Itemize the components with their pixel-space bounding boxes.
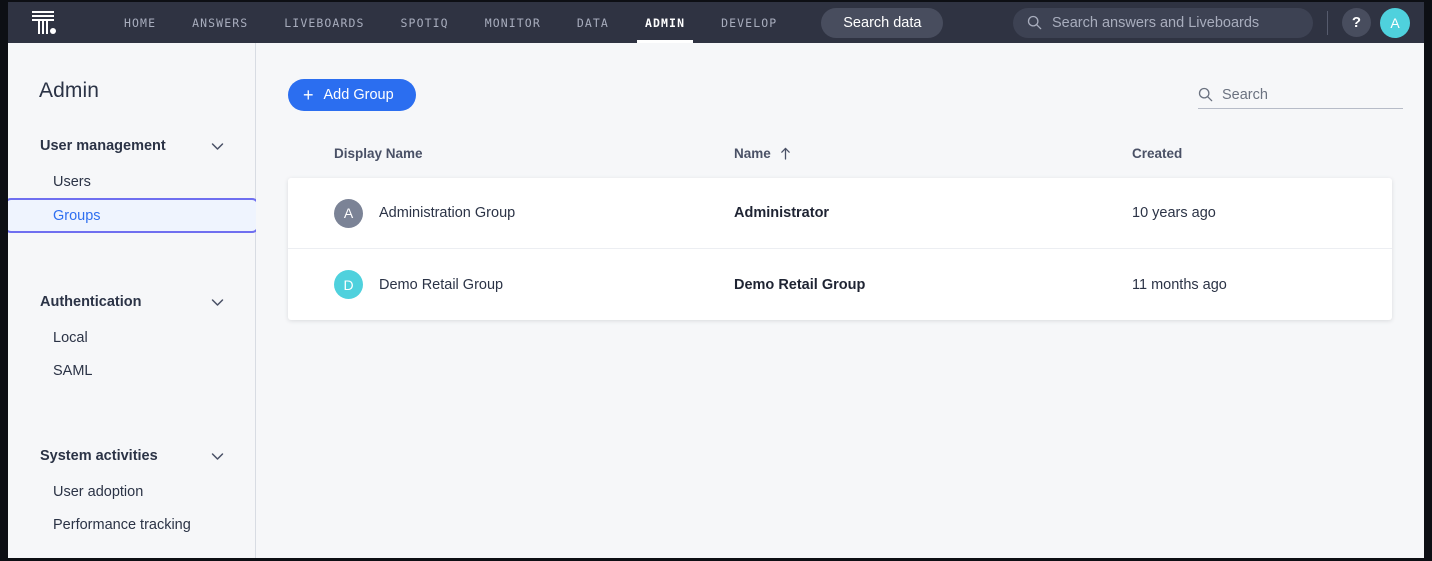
- search-data-button[interactable]: Search data: [821, 8, 943, 38]
- search-icon: [1198, 87, 1213, 102]
- cell-display-name: A Administration Group: [334, 199, 734, 228]
- global-search-input[interactable]: Search answers and Liveboards: [1013, 8, 1313, 38]
- sidebar-group-system-activities: System activities User adoption Performa…: [8, 441, 255, 541]
- avatar: A: [334, 199, 363, 228]
- column-header-display-name-label: Display Name: [334, 146, 423, 161]
- sidebar-item-user-adoption-label: User adoption: [53, 484, 143, 500]
- nav-item-home[interactable]: HOME: [106, 2, 174, 43]
- avatar-initial: D: [343, 277, 353, 293]
- app-window: HOME ANSWERS LIVEBOARDS SPOTIQ MONITOR D…: [8, 2, 1424, 558]
- main-nav-items: HOME ANSWERS LIVEBOARDS SPOTIQ MONITOR D…: [106, 2, 943, 43]
- sidebar-group-label-system-activities: System activities: [40, 448, 158, 464]
- groups-table-header: Display Name Name Created: [288, 134, 1403, 172]
- top-navigation-bar: HOME ANSWERS LIVEBOARDS SPOTIQ MONITOR D…: [8, 2, 1424, 43]
- nav-item-develop[interactable]: DEVELOP: [703, 2, 795, 43]
- sidebar-item-groups[interactable]: Groups: [8, 198, 259, 233]
- column-header-display-name[interactable]: Display Name: [334, 146, 734, 161]
- nav-item-develop-label: DEVELOP: [721, 16, 777, 30]
- chevron-down-icon[interactable]: [211, 452, 224, 461]
- sidebar-group-items-system-activities: User adoption Performance tracking: [8, 475, 255, 541]
- sidebar-item-user-adoption[interactable]: User adoption: [8, 475, 255, 508]
- sidebar-spacer-1: [8, 233, 255, 259]
- global-search-placeholder: Search answers and Liveboards: [1052, 15, 1259, 31]
- groups-search-placeholder: Search: [1222, 87, 1268, 103]
- groups-toolbar: + Add Group Search: [288, 43, 1403, 111]
- sidebar-group-items-authentication: Local SAML: [8, 321, 255, 387]
- plus-icon: +: [303, 86, 314, 104]
- sidebar-group-user-management: User management Users Groups: [8, 131, 255, 233]
- nav-item-answers-label: ANSWERS: [192, 16, 248, 30]
- display-name-text: Demo Retail Group: [379, 277, 503, 293]
- display-name-text: Administration Group: [379, 205, 515, 221]
- sidebar-group-authentication: Authentication Local SAML: [8, 287, 255, 387]
- sidebar-item-saml-label: SAML: [53, 363, 93, 379]
- nav-item-home-label: HOME: [124, 16, 156, 30]
- sidebar-item-saml[interactable]: SAML: [8, 354, 255, 387]
- sidebar-item-users[interactable]: Users: [8, 165, 255, 198]
- column-header-created-label: Created: [1132, 146, 1182, 161]
- add-group-button-label: Add Group: [324, 87, 394, 103]
- cell-name: Administrator: [734, 205, 1132, 221]
- cell-name: Demo Retail Group: [734, 277, 1132, 293]
- sidebar-group-header-authentication[interactable]: Authentication: [8, 287, 255, 317]
- nav-item-spotiq-label: SPOTIQ: [401, 16, 449, 30]
- nav-divider: [1327, 11, 1328, 35]
- nav-item-answers[interactable]: ANSWERS: [174, 2, 266, 43]
- nav-item-admin-label: ADMIN: [645, 16, 685, 30]
- column-header-name-label: Name: [734, 146, 771, 161]
- page-body: Admin User management Users Groups: [8, 43, 1424, 558]
- groups-main-content: + Add Group Search Display Name: [256, 43, 1424, 558]
- nav-item-monitor-label: MONITOR: [485, 16, 541, 30]
- sidebar-item-groups-label: Groups: [53, 208, 101, 224]
- user-avatar[interactable]: A: [1380, 8, 1410, 38]
- help-button-label: ?: [1352, 14, 1361, 31]
- nav-item-monitor[interactable]: MONITOR: [467, 2, 559, 43]
- nav-item-data[interactable]: DATA: [559, 2, 627, 43]
- sidebar-item-users-label: Users: [53, 174, 91, 190]
- sidebar-item-performance-tracking[interactable]: Performance tracking: [8, 508, 255, 541]
- sidebar-group-items-user-management: Users Groups: [8, 165, 255, 233]
- admin-sidebar: Admin User management Users Groups: [8, 43, 256, 558]
- column-header-name[interactable]: Name: [734, 146, 1132, 161]
- column-header-created[interactable]: Created: [1132, 146, 1392, 161]
- nav-item-spotiq[interactable]: SPOTIQ: [383, 2, 467, 43]
- chevron-down-icon[interactable]: [211, 142, 224, 151]
- nav-item-liveboards-label: LIVEBOARDS: [284, 16, 364, 30]
- sort-ascending-icon: [780, 147, 791, 160]
- nav-item-liveboards[interactable]: LIVEBOARDS: [266, 2, 382, 43]
- search-data-button-label: Search data: [843, 15, 921, 31]
- thoughtspot-logo-icon[interactable]: [22, 2, 64, 43]
- sidebar-item-performance-tracking-label: Performance tracking: [53, 517, 191, 533]
- sidebar-group-label-user-management: User management: [40, 138, 166, 154]
- nav-right-cluster: Search answers and Liveboards ? A: [1013, 8, 1424, 38]
- search-icon: [1027, 15, 1042, 30]
- help-button[interactable]: ?: [1342, 8, 1371, 37]
- nav-item-data-label: DATA: [577, 16, 609, 30]
- sidebar-spacer-2: [8, 387, 255, 413]
- page-title: Admin: [8, 43, 255, 103]
- cell-display-name: D Demo Retail Group: [334, 270, 734, 299]
- avatar-initial: A: [344, 205, 353, 221]
- cell-created: 10 years ago: [1132, 205, 1392, 221]
- user-avatar-initial: A: [1390, 15, 1399, 31]
- sidebar-item-local-label: Local: [53, 330, 88, 346]
- cell-created: 11 months ago: [1132, 277, 1392, 293]
- add-group-button[interactable]: + Add Group: [288, 79, 416, 111]
- sidebar-group-header-system-activities[interactable]: System activities: [8, 441, 255, 471]
- avatar: D: [334, 270, 363, 299]
- groups-search-input[interactable]: Search: [1198, 81, 1403, 109]
- sidebar-group-header-user-management[interactable]: User management: [8, 131, 255, 161]
- sidebar-item-local[interactable]: Local: [8, 321, 255, 354]
- sidebar-group-label-authentication: Authentication: [40, 294, 142, 310]
- nav-item-admin[interactable]: ADMIN: [627, 2, 703, 43]
- chevron-down-icon[interactable]: [211, 298, 224, 307]
- table-row[interactable]: A Administration Group Administrator 10 …: [288, 178, 1392, 249]
- table-row[interactable]: D Demo Retail Group Demo Retail Group 11…: [288, 249, 1392, 320]
- groups-table: A Administration Group Administrator 10 …: [288, 178, 1392, 320]
